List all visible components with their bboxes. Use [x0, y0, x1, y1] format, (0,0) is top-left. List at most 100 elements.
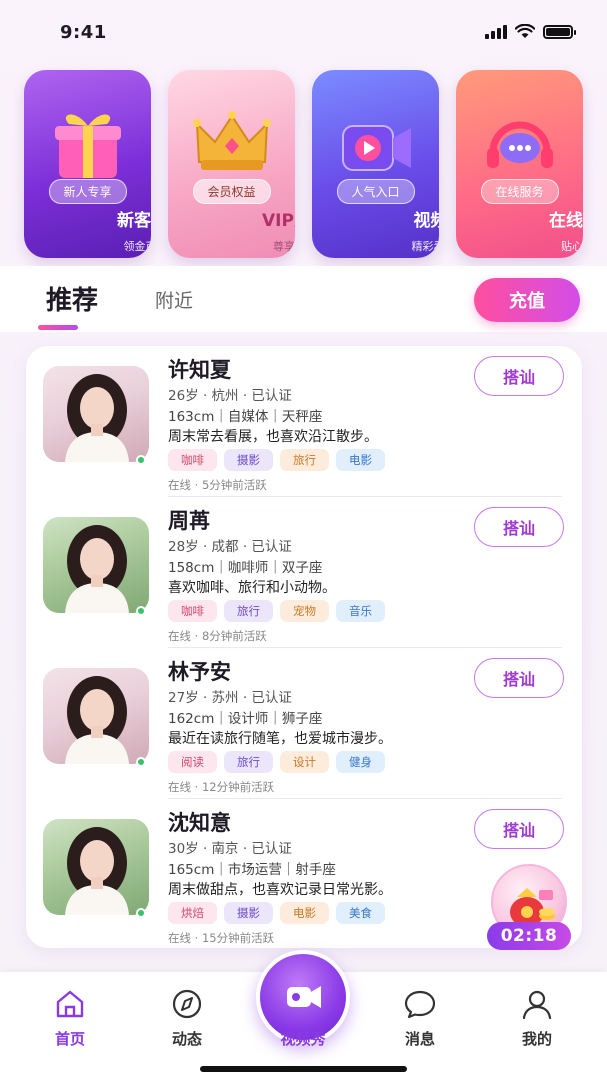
active-tab-indicator	[38, 325, 78, 330]
interest-tag: 宠物	[280, 600, 329, 622]
user-age-city: 26岁 · 杭州 · 已认证	[168, 388, 292, 404]
activity-status: 在线 · 15分钟前活跃	[168, 931, 275, 945]
user-row[interactable]: 许知夏 26岁 · 杭州 · 已认证 163cm｜自媒体｜天秤座 周末常去看展，…	[26, 346, 582, 497]
floating-red-packet[interactable]: 02:18	[487, 864, 571, 950]
interest-tag: 音乐	[336, 600, 385, 622]
feature-cards: 新人专享 新客福利 领金币礼包 会员权益 VIP入口 尊享特权 人气入口 视频秀…	[24, 70, 584, 258]
crown-icon	[192, 111, 271, 170]
activity-status: 在线 · 12分钟前活跃	[168, 780, 275, 794]
interest-tag: 摄影	[224, 902, 273, 924]
wifi-icon	[515, 24, 535, 38]
user-profile-info: 158cm｜咖啡师｜双子座	[168, 560, 323, 576]
feature-subtitle: 贴心解答	[561, 240, 583, 253]
compass-icon	[172, 989, 202, 1019]
user-row[interactable]: 周苒 28岁 · 成都 · 已认证 158cm｜咖啡师｜双子座 喜欢咖啡、旅行和…	[26, 497, 582, 648]
home-indicator	[200, 1066, 407, 1072]
nav-me-label: 我的	[521, 1030, 552, 1048]
user-bio: 最近在读旅行随笔，也爱城市漫步。	[168, 731, 392, 747]
online-indicator	[136, 757, 146, 767]
feature-card-new-user[interactable]: 新人专享 新客福利 领金币礼包	[24, 70, 151, 258]
interest-tag: 烘焙	[168, 902, 217, 924]
interest-tag: 电影	[280, 902, 329, 924]
interest-tag: 摄影	[224, 449, 273, 471]
user-name: 沈知意	[168, 811, 231, 835]
feature-badge: 新人专享	[48, 179, 127, 204]
user-age-city: 30岁 · 南京 · 已认证	[168, 841, 292, 857]
feature-badge: 在线服务	[480, 179, 559, 204]
avatar[interactable]	[43, 517, 149, 613]
feature-title: VIP入口	[262, 211, 295, 231]
recharge-button[interactable]: 充值	[474, 278, 580, 322]
nav-me[interactable]: 我的	[502, 988, 572, 1049]
nav-messages[interactable]: 消息	[385, 988, 455, 1049]
interest-tags: 烘焙 摄影 电影 美食	[168, 902, 385, 924]
feature-card-video[interactable]: 人气入口 视频秀 精彩看不停	[312, 70, 439, 258]
greet-button[interactable]: 搭讪	[474, 809, 564, 849]
interest-tag: 旅行	[224, 751, 273, 773]
user-list: 许知夏 26岁 · 杭州 · 已认证 163cm｜自媒体｜天秤座 周末常去看展，…	[26, 346, 582, 948]
interest-tags: 咖啡 摄影 旅行 电影	[168, 449, 385, 471]
interest-tag: 阅读	[168, 751, 217, 773]
interest-tags: 阅读 旅行 设计 健身	[168, 751, 385, 773]
gift-icon	[54, 114, 121, 178]
home-icon	[56, 990, 84, 1018]
user-bio: 喜欢咖啡、旅行和小动物。	[168, 580, 336, 596]
video-camera-icon	[341, 125, 411, 171]
status-bar: 9:41	[0, 0, 607, 62]
interest-tag: 旅行	[280, 449, 329, 471]
greet-button[interactable]: 搭讪	[474, 658, 564, 698]
status-time: 9:41	[60, 22, 107, 43]
avatar[interactable]	[43, 366, 149, 462]
online-indicator	[136, 908, 146, 918]
interest-tag: 咖啡	[168, 449, 217, 471]
nav-home[interactable]: 首页	[35, 988, 105, 1049]
user-name: 许知夏	[168, 358, 231, 382]
user-name: 周苒	[168, 509, 210, 533]
user-name: 林予安	[168, 660, 231, 684]
nav-feed[interactable]: 动态	[152, 988, 222, 1049]
avatar[interactable]	[43, 819, 149, 915]
user-profile-info: 163cm｜自媒体｜天秤座	[168, 409, 323, 425]
user-bio: 周末做甜点，也喜欢记录日常光影。	[168, 882, 392, 898]
user-age-city: 27岁 · 苏州 · 已认证	[168, 690, 292, 706]
user-age-city: 28岁 · 成都 · 已认证	[168, 539, 292, 555]
nav-messages-label: 消息	[404, 1030, 435, 1048]
tab-nearby[interactable]: 附近	[155, 286, 193, 313]
nav-feed-label: 动态	[171, 1030, 202, 1048]
user-row[interactable]: 林予安 27岁 · 苏州 · 已认证 162cm｜设计师｜狮子座 最近在读旅行随…	[26, 648, 582, 799]
headset-chat-icon	[486, 121, 553, 168]
bottom-nav: 首页 动态 视频秀 消息 我的	[0, 950, 607, 1080]
online-indicator	[136, 455, 146, 465]
feature-subtitle: 尊享特权	[273, 240, 295, 253]
feature-subtitle: 领金币礼包	[123, 240, 152, 253]
interest-tag: 设计	[280, 751, 329, 773]
interest-tags: 咖啡 旅行 宠物 音乐	[168, 600, 385, 622]
interest-tag: 旅行	[224, 600, 273, 622]
interest-tag: 美食	[336, 902, 385, 924]
greet-button[interactable]: 搭讪	[474, 356, 564, 396]
feature-subtitle: 精彩看不停	[411, 240, 440, 253]
online-indicator	[136, 606, 146, 616]
tab-bar: 推荐 附近 充值	[0, 266, 607, 332]
battery-icon	[543, 24, 576, 39]
person-icon	[522, 990, 552, 1020]
feature-badge: 会员权益	[192, 179, 271, 204]
feature-badge: 人气入口	[336, 179, 415, 204]
interest-tag: 健身	[336, 751, 385, 773]
feature-title: 新客福利	[117, 211, 151, 231]
tab-recommend[interactable]: 推荐	[46, 280, 98, 317]
user-profile-info: 162cm｜设计师｜狮子座	[168, 711, 323, 727]
user-profile-info: 165cm｜市场运营｜射手座	[168, 862, 336, 878]
feature-card-vip[interactable]: 会员权益 VIP入口 尊享特权	[168, 70, 295, 258]
interest-tag: 电影	[336, 449, 385, 471]
countdown-timer: 02:18	[487, 922, 571, 950]
feature-title: 视频秀	[413, 211, 440, 231]
nav-home-label: 首页	[54, 1030, 85, 1048]
status-icons	[485, 24, 576, 39]
feature-card-support[interactable]: 在线服务 在线客服 贴心解答	[456, 70, 583, 258]
interest-tag: 咖啡	[168, 600, 217, 622]
avatar[interactable]	[43, 668, 149, 764]
nav-video-label: 视频秀	[280, 1030, 326, 1048]
activity-status: 在线 · 5分钟前活跃	[168, 478, 267, 492]
greet-button[interactable]: 搭讪	[474, 507, 564, 547]
